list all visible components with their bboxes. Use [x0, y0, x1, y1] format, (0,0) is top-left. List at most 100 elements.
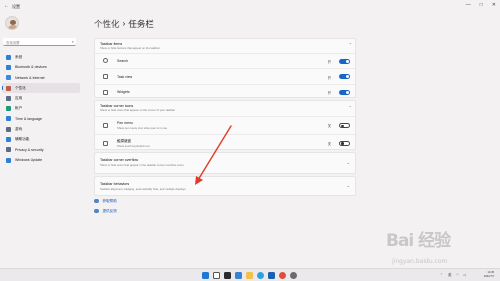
sidebar-item-icon [6, 126, 11, 132]
chevron-down-icon[interactable]: ⌄ [347, 183, 350, 188]
sidebar-item-icon [6, 116, 11, 122]
app-title: 设置 [12, 3, 20, 9]
search-placeholder: 查找设置 [6, 41, 20, 45]
breadcrumb-separator: › [122, 18, 126, 28]
toggle-state: 开 [327, 60, 331, 64]
get-help-link[interactable]: 获取帮助 [94, 196, 117, 206]
search-icon[interactable]: ⌕ [72, 39, 74, 44]
sidebar-item[interactable]: Time & language [2, 114, 80, 124]
volume-icon[interactable]: ◁ [463, 273, 466, 277]
sidebar-item-icon [6, 106, 11, 112]
sidebar-item-label: Privacy & security [15, 147, 44, 152]
keyboard-icon [103, 140, 108, 146]
feedback-link[interactable]: 提供反馈 [94, 206, 117, 216]
sidebar-item-label: 应用 [15, 95, 23, 100]
sidebar-item[interactable]: Privacy & security [2, 145, 80, 155]
sidebar-item[interactable]: 系统 [2, 52, 80, 62]
link-label: 获取帮助 [102, 198, 117, 203]
list-item-touch-keyboard: 触摸键盘 Show touch keyboard icon 关 [95, 134, 357, 150]
sidebar-item[interactable]: 游戏 [2, 124, 80, 134]
corner-icons-header[interactable]: Taskbar corner icons Show or hide icons … [95, 101, 357, 115]
minimize-button[interactable]: — [466, 2, 471, 8]
edge-icon[interactable] [257, 272, 264, 279]
search-icon[interactable] [213, 272, 220, 279]
language-indicator[interactable]: 英 [448, 273, 452, 278]
chrome-icon[interactable] [279, 272, 286, 279]
toggle-state: 关 [327, 141, 331, 146]
avatar[interactable] [5, 16, 19, 30]
row-label: Widgets [117, 90, 130, 94]
file-explorer-icon[interactable] [246, 272, 253, 279]
main-content: 个性化 › 任务栏 Taskbar items Show or hide but… [94, 12, 364, 268]
sidebar-item-label: Bluetooth & devices [15, 65, 47, 70]
taskbar-behaviors-panel[interactable]: Taskbar behaviors Taskbar alignment, bad… [94, 176, 356, 196]
close-button[interactable]: ✕ [492, 2, 496, 8]
sidebar-item-label: Time & language [15, 116, 43, 121]
breadcrumb: 个性化 › 任务栏 [94, 18, 154, 30]
sidebar-item-label: 系统 [15, 54, 23, 59]
sidebar-item[interactable]: Network & internet [2, 73, 80, 83]
row-subtitle: Show touch keyboard icon [117, 144, 150, 148]
sidebar-item[interactable]: Windows Update [2, 155, 80, 165]
sidebar-item-label: 帐户 [15, 106, 23, 111]
clock[interactable]: 14:45 2021/7/7 [484, 271, 494, 278]
section-title: Taskbar corner overflow [100, 158, 139, 162]
back-arrow-icon[interactable]: ← [4, 3, 9, 9]
widgets-toggle[interactable] [339, 89, 350, 95]
window-controls: — □ ✕ [466, 2, 496, 8]
sidebar-item-icon [6, 85, 11, 91]
sidebar-item-icon [6, 75, 11, 81]
sidebar-item-label: Network & internet [15, 75, 45, 80]
sidebar-item-icon [6, 95, 11, 101]
section-subtitle: Show or hide buttons that appear on the … [100, 46, 160, 50]
list-item-task-view: Task view 开 [95, 68, 357, 83]
sidebar-item-icon [6, 64, 11, 70]
task-view-icon[interactable] [224, 272, 231, 279]
section-subtitle: Taskbar alignment, badging, automaticall… [100, 187, 186, 191]
sidebar: 查找设置 ⌕ 系统 Bluetooth & devices Network & in… [0, 12, 82, 268]
sidebar-item-icon [6, 137, 11, 143]
row-subtitle: Show pen menu icon when pen is in use [117, 126, 168, 130]
taskbar-items-header[interactable]: Taskbar items Show or hide buttons that … [95, 39, 357, 51]
touch-keyboard-toggle[interactable] [339, 140, 350, 146]
row-label: Task view [117, 74, 133, 79]
settings-window: ← 设置 — □ ✕ 查找设置 ⌕ 系统 Bluetooth & devices N… [0, 0, 500, 268]
sidebar-item-label: 个性化 [15, 85, 26, 90]
task-view-toggle[interactable] [339, 74, 350, 79]
sidebar-item[interactable]: 帐户 [2, 103, 80, 113]
section-subtitle: Show or hide icons that appear on the co… [100, 108, 176, 112]
sidebar-item[interactable]: 应用 [2, 93, 80, 103]
search-input[interactable]: 查找设置 ⌕ [3, 38, 76, 46]
widgets-icon[interactable] [235, 272, 242, 279]
watermark-logo: Bai 经验 [386, 231, 451, 251]
sidebar-item-icon [6, 147, 11, 153]
pen-menu-toggle[interactable] [339, 123, 350, 128]
sidebar-item[interactable]: 辅助功能 [2, 134, 80, 144]
chevron-up-icon[interactable]: ⌃ [349, 105, 352, 110]
sidebar-item[interactable]: Bluetooth & devices [2, 62, 80, 72]
sidebar-item-label: 辅助功能 [15, 137, 30, 142]
sidebar-item[interactable]: 个性化 [2, 82, 80, 94]
sidebar-item-label: 游戏 [15, 126, 23, 131]
feedback-icon [94, 208, 99, 214]
chevron-down-icon[interactable]: ⌄ [347, 160, 350, 165]
settings-gear-icon[interactable] [290, 272, 297, 279]
row-label: Search [117, 59, 129, 63]
list-item-widgets: Widgets 开 [95, 84, 357, 98]
link-label: 提供反馈 [102, 208, 117, 213]
page-title: 任务栏 [128, 19, 154, 29]
search-toggle[interactable] [339, 58, 350, 64]
list-item-pen-menu: Pen menu Show pen menu icon when pen is … [95, 116, 357, 133]
help-icon [94, 198, 99, 204]
corner-overflow-panel[interactable]: Taskbar corner overflow Show or hide ico… [94, 152, 356, 174]
network-icon[interactable]: ◠ [456, 273, 459, 277]
row-label: Pen menu [117, 121, 133, 125]
maximize-button[interactable]: □ [480, 2, 483, 8]
store-icon[interactable] [268, 272, 275, 279]
sidebar-nav: 系统 Bluetooth & devices Network & internet 个… [2, 52, 80, 165]
breadcrumb-parent[interactable]: 个性化 [94, 18, 120, 30]
chevron-up-icon[interactable]: ⌃ [440, 273, 443, 277]
chevron-up-icon[interactable]: ⌃ [349, 42, 352, 47]
start-icon[interactable] [202, 272, 209, 279]
title-bar: ← 设置 — □ ✕ [0, 0, 500, 12]
